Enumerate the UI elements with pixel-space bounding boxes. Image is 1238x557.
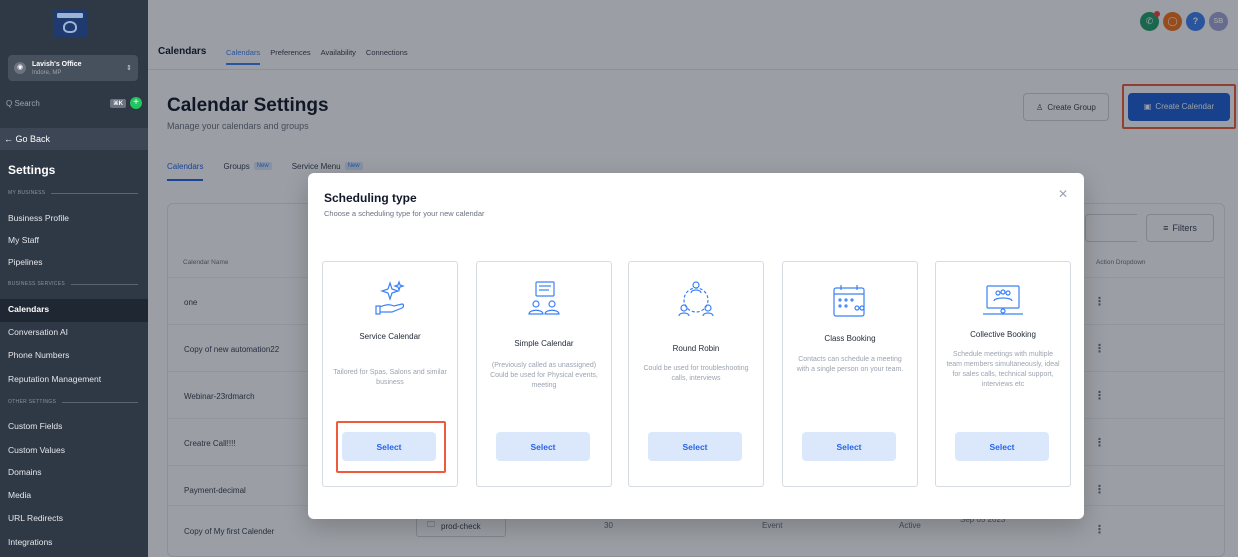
card-class-booking[interactable]: Class Booking Contacts can schedule a me… [782, 261, 918, 487]
location-icon: ◉ [14, 62, 26, 74]
card-description: Contacts can schedule a meeting with a s… [796, 356, 904, 374]
account-name: Lavish's Office [32, 60, 82, 68]
sidebar-item-pipelines[interactable]: Pipelines [0, 252, 148, 272]
go-back-button[interactable]: ← Go Back [0, 128, 148, 150]
section-other-settings: OTHER SETTINGS [8, 399, 138, 405]
card-title: Round Robin [672, 344, 720, 353]
select-button-class-booking[interactable]: Select [802, 432, 896, 461]
card-title: Simple Calendar [514, 339, 574, 348]
calendar-group-icon [783, 284, 917, 320]
sidebar-search[interactable]: Q Search [6, 99, 106, 108]
sidebar-item-custom-values[interactable]: Custom Values [0, 440, 148, 460]
round-robin-icon [629, 280, 763, 317]
team-monitor-icon [936, 284, 1070, 320]
select-button-collective-booking[interactable]: Select [955, 432, 1049, 461]
section-my-business: MY BUSINESS [8, 190, 138, 196]
sidebar-item-reputation[interactable]: Reputation Management [0, 369, 148, 389]
sidebar: ◉ Lavish's Office Indore, MP ⇕ Q Search … [0, 0, 148, 557]
sidebar-item-conversation-ai[interactable]: Conversation AI [0, 322, 148, 342]
card-title: Collective Booking [970, 330, 1036, 339]
card-title: Service Calendar [359, 332, 421, 341]
sidebar-item-phone-numbers[interactable]: Phone Numbers [0, 345, 148, 365]
modal-title: Scheduling type [324, 191, 417, 205]
card-description: Schedule meetings with multiple team mem… [946, 351, 1060, 389]
card-round-robin[interactable]: Round Robin Could be used for troublesho… [628, 261, 764, 487]
account-switcher[interactable]: ◉ Lavish's Office Indore, MP ⇕ [8, 55, 138, 81]
sidebar-item-my-staff[interactable]: My Staff [0, 230, 148, 250]
company-logo [53, 10, 87, 38]
modal-subtitle: Choose a scheduling type for your new ca… [324, 209, 485, 218]
shortcut-badge: ⌘K [110, 98, 126, 108]
settings-title: Settings [8, 163, 56, 177]
card-collective-booking[interactable]: Collective Booking Schedule meetings wit… [935, 261, 1071, 487]
select-button-simple-calendar[interactable]: Select [496, 432, 590, 461]
card-description: Could be used for troubleshooting calls,… [643, 365, 749, 383]
card-title: Class Booking [824, 334, 876, 343]
card-simple-calendar[interactable]: Simple Calendar (Previously called as un… [476, 261, 612, 487]
sidebar-item-url-redirects[interactable]: URL Redirects [0, 508, 148, 528]
card-description: Tailored for Spas, Salons and similar bu… [333, 369, 447, 387]
sidebar-item-domains[interactable]: Domains [0, 462, 148, 482]
sidebar-item-calendars[interactable]: Calendars [0, 299, 148, 322]
account-location: Indore, MP [32, 69, 62, 76]
quick-add-icon[interactable]: + [130, 97, 142, 109]
select-button-round-robin[interactable]: Select [648, 432, 742, 461]
sidebar-item-business-profile[interactable]: Business Profile [0, 208, 148, 228]
sidebar-item-media[interactable]: Media [0, 485, 148, 505]
user-chat-icon [477, 280, 611, 316]
close-icon[interactable]: ✕ [1058, 187, 1068, 201]
sparkle-hand-icon [323, 280, 457, 316]
section-business-services: BUSINESS SERVICES [8, 281, 138, 287]
card-description: (Previously called as unassigned) Could … [490, 362, 598, 390]
sidebar-item-integrations[interactable]: Integrations [0, 532, 148, 552]
sidebar-item-custom-fields[interactable]: Custom Fields [0, 416, 148, 436]
select-highlight [336, 421, 446, 473]
chevron-updown-icon: ⇕ [126, 65, 132, 72]
